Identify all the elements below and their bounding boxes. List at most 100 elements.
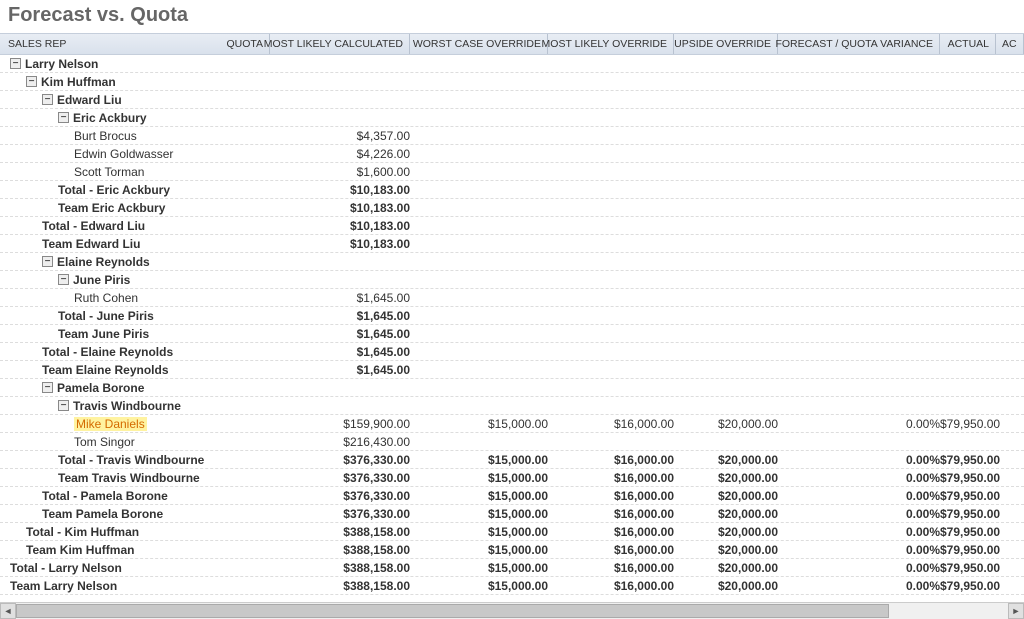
table-row[interactable]: Team Elaine Reynolds$1,645.00 (0, 361, 1024, 379)
cell-uo: $20,000.00 (674, 525, 778, 539)
col-header-actual[interactable]: ACTUAL (940, 34, 996, 54)
table-row[interactable]: Eric Ackbury (0, 109, 1024, 127)
table-row[interactable]: Ruth Cohen$1,645.00 (0, 289, 1024, 307)
row-label-cell: Eric Ackbury (0, 111, 220, 125)
row-label-cell: Burt Brocus (0, 129, 220, 143)
collapse-toggle-icon[interactable] (10, 58, 21, 69)
table-row[interactable]: Larry Nelson (0, 55, 1024, 73)
row-label-cell: Larry Nelson (0, 57, 220, 71)
row-label-text: Total - Kim Huffman (26, 525, 139, 539)
cell-wco: $15,000.00 (410, 489, 548, 503)
horizontal-scrollbar[interactable]: ◄ ► (0, 602, 1024, 618)
table-row[interactable]: Travis Windbourne (0, 397, 1024, 415)
col-header-most-likely-calculated[interactable]: MOST LIKELY CALCULATED (270, 34, 410, 54)
row-label-text: Travis Windbourne (73, 399, 181, 413)
table-row[interactable]: Team Pamela Borone$376,330.00$15,000.00$… (0, 505, 1024, 523)
row-label-cell: Team Pamela Borone (0, 507, 220, 521)
table-row[interactable]: Total - Elaine Reynolds $1,645.00 (0, 343, 1024, 361)
cell-mlc: $1,600.00 (270, 165, 410, 179)
table-row[interactable]: Tom Singor$216,430.00 (0, 433, 1024, 451)
row-label-text: Team Eric Ackbury (58, 201, 165, 215)
collapse-toggle-icon[interactable] (58, 400, 69, 411)
table-row[interactable]: Team Eric Ackbury$10,183.00 (0, 199, 1024, 217)
table-row[interactable]: Elaine Reynolds (0, 253, 1024, 271)
table-row[interactable]: Team June Piris$1,645.00 (0, 325, 1024, 343)
cell-uo: $20,000.00 (674, 471, 778, 485)
row-label-text: Team Travis Windbourne (58, 471, 200, 485)
table-row[interactable]: Total - Larry Nelson$388,158.00$15,000.0… (0, 559, 1024, 577)
table-row[interactable]: Total - Pamela Borone$376,330.00$15,000.… (0, 487, 1024, 505)
table-row[interactable]: Total - June Piris$1,645.00 (0, 307, 1024, 325)
table-row[interactable]: June Piris (0, 271, 1024, 289)
cell-mlc: $4,357.00 (270, 129, 410, 143)
col-header-worst-case-override[interactable]: WORST CASE OVERRIDE (410, 34, 548, 54)
table-row[interactable]: Edwin Goldwasser$4,226.00 (0, 145, 1024, 163)
row-label-cell: Travis Windbourne (0, 399, 220, 413)
row-label-text: Larry Nelson (25, 57, 98, 71)
cell-mlc: $10,183.00 (270, 237, 410, 251)
cell-mlc: $388,158.00 (270, 525, 410, 539)
table-row[interactable]: Burt Brocus $4,357.00 (0, 127, 1024, 145)
cell-mlc: $388,158.00 (270, 561, 410, 575)
cell-fqv: 0.00% (778, 525, 940, 539)
row-label-cell: Pamela Borone (0, 381, 220, 395)
col-header-truncated[interactable]: AC (996, 34, 1024, 54)
col-header-sales-rep[interactable]: SALES REP (0, 34, 220, 54)
row-label-text: Scott Torman (74, 165, 144, 179)
collapse-toggle-icon[interactable] (58, 112, 69, 123)
row-label-text: Edwin Goldwasser (74, 147, 173, 161)
table-row[interactable]: Total - Edward Liu$10,183.00 (0, 217, 1024, 235)
scroll-thumb[interactable] (16, 604, 889, 618)
col-header-upside-override[interactable]: UPSIDE OVERRIDE (674, 34, 778, 54)
cell-act: $79,950.00 (940, 489, 996, 503)
cell-wco: $15,000.00 (410, 507, 548, 521)
col-header-most-likely-override[interactable]: MOST LIKELY OVERRIDE (548, 34, 674, 54)
scroll-right-button[interactable]: ► (1008, 603, 1024, 619)
row-label-text: June Piris (73, 273, 130, 287)
cell-wco: $15,000.00 (410, 543, 548, 557)
cell-wco: $15,000.00 (410, 561, 548, 575)
table-row[interactable]: Total - Kim Huffman$388,158.00$15,000.00… (0, 523, 1024, 541)
collapse-toggle-icon[interactable] (42, 256, 53, 267)
row-label-cell: June Piris (0, 273, 220, 287)
cell-fqv: 0.00% (778, 543, 940, 557)
collapse-toggle-icon[interactable] (42, 382, 53, 393)
row-label-cell: Tom Singor (0, 435, 220, 449)
cell-mlc: $1,645.00 (270, 291, 410, 305)
table-row[interactable]: Edward Liu (0, 91, 1024, 109)
row-label-text: Total - Edward Liu (42, 219, 145, 233)
scroll-left-button[interactable]: ◄ (0, 603, 16, 619)
row-label-cell: Total - Pamela Borone (0, 489, 220, 503)
row-label-cell: Team Kim Huffman (0, 543, 220, 557)
table-row[interactable]: Team Kim Huffman$388,158.00$15,000.00$16… (0, 541, 1024, 559)
cell-mlc: $159,900.00 (270, 417, 410, 431)
row-label-cell: Total - Eric Ackbury (0, 183, 220, 197)
row-label-cell: Team Elaine Reynolds (0, 363, 220, 377)
row-label-text: Team June Piris (58, 327, 149, 341)
table-row[interactable]: Mike Daniels$159,900.00$15,000.00$16,000… (0, 415, 1024, 433)
row-label-text: Team Larry Nelson (10, 579, 117, 593)
col-header-quota[interactable]: QUOTA (220, 34, 270, 54)
table-row[interactable]: Total - Eric Ackbury$10,183.00 (0, 181, 1024, 199)
collapse-toggle-icon[interactable] (58, 274, 69, 285)
cell-uo: $20,000.00 (674, 543, 778, 557)
collapse-toggle-icon[interactable] (42, 94, 53, 105)
table-row[interactable]: Team Travis Windbourne$376,330.00$15,000… (0, 469, 1024, 487)
row-label-cell: Total - Edward Liu (0, 219, 220, 233)
row-label-cell: Total - Elaine Reynolds (0, 345, 220, 359)
table-row[interactable]: Team Larry Nelson$388,158.00$15,000.00$1… (0, 577, 1024, 595)
row-label-cell: Kim Huffman (0, 75, 220, 89)
collapse-toggle-icon[interactable] (26, 76, 37, 87)
table-row[interactable]: Scott Torman $1,600.00 (0, 163, 1024, 181)
row-label-text: Team Pamela Borone (42, 507, 163, 521)
cell-mlc: $1,645.00 (270, 345, 410, 359)
cell-uo: $20,000.00 (674, 417, 778, 431)
col-header-forecast-quota-variance[interactable]: FORECAST / QUOTA VARIANCE (778, 34, 940, 54)
table-row[interactable]: Total - Travis Windbourne$376,330.00$15,… (0, 451, 1024, 469)
cell-fqv: 0.00% (778, 507, 940, 521)
table-row[interactable]: Team Edward Liu$10,183.00 (0, 235, 1024, 253)
table-row[interactable]: Kim Huffman (0, 73, 1024, 91)
table-row[interactable]: Pamela Borone (0, 379, 1024, 397)
cell-mlc: $388,158.00 (270, 579, 410, 593)
scroll-track[interactable] (16, 603, 1008, 619)
